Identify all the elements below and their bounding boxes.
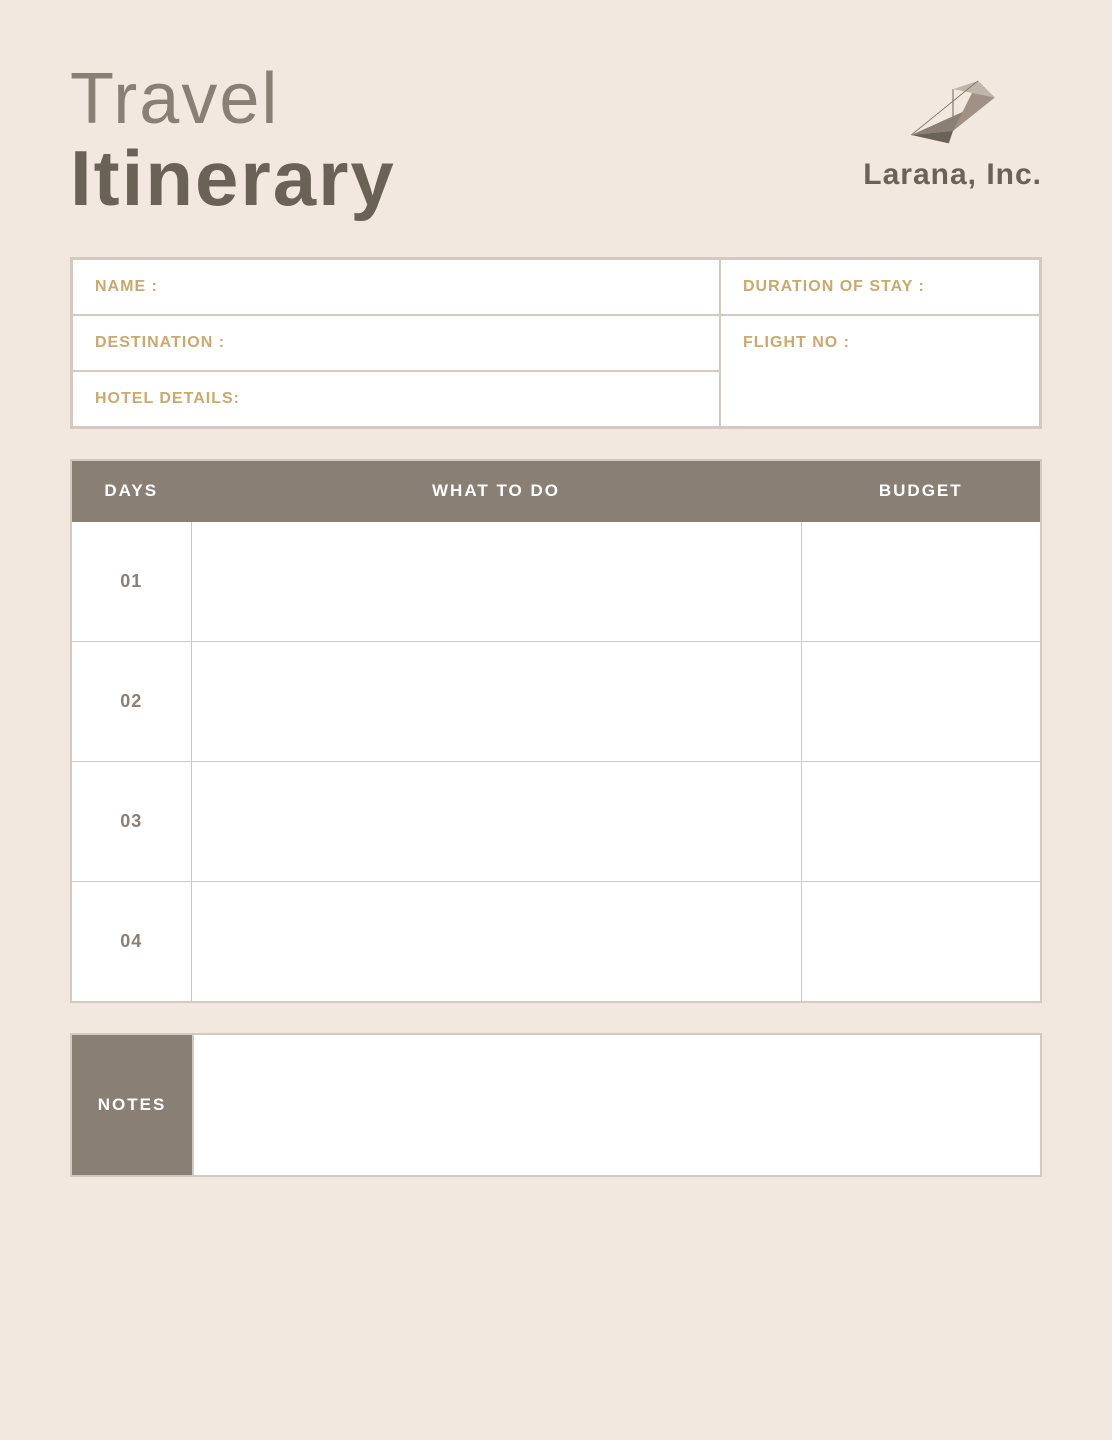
col-header-budget: BUDGET [801, 460, 1041, 522]
day-cell: 03 [71, 762, 191, 882]
day-number: 01 [120, 571, 142, 591]
title-travel: Travel [70, 60, 396, 139]
header: Travel Itinerary Larana, Inc. [70, 60, 1042, 217]
flight-label: FLIGHT NO : [743, 334, 850, 351]
destination-label: DESTINATION : [95, 334, 225, 351]
notes-label-cell: NOTES [72, 1035, 192, 1175]
paper-plane-icon [903, 70, 1003, 150]
hotel-label: HOTEL DETAILS: [95, 390, 240, 407]
day-number: 03 [120, 811, 142, 831]
notes-label: NOTES [98, 1095, 167, 1115]
hotel-cell: HOTEL DETAILS: [72, 371, 720, 427]
table-row: 01 [71, 522, 1041, 642]
notes-content [194, 1035, 1040, 1175]
table-row: 02 [71, 642, 1041, 762]
budget-cell [801, 522, 1041, 642]
title-block: Travel Itinerary [70, 60, 396, 217]
info-grid: NAME : DURATION OF STAY : DESTINATION : … [70, 257, 1042, 429]
page: Travel Itinerary Larana, Inc. NAME : DUR… [0, 0, 1112, 1440]
schedule-table: DAYS WHAT TO DO BUDGET 01 02 03 04 [70, 459, 1042, 1003]
title-itinerary: Itinerary [70, 139, 396, 217]
col-header-days: DAYS [71, 460, 191, 522]
col-header-what-to-do: WHAT TO DO [191, 460, 801, 522]
what-to-do-cell [191, 882, 801, 1002]
logo-name: Larana, Inc. [863, 158, 1042, 192]
name-label: NAME : [95, 278, 158, 295]
budget-cell [801, 642, 1041, 762]
table-row: 03 [71, 762, 1041, 882]
table-row: 04 [71, 882, 1041, 1002]
budget-cell [801, 762, 1041, 882]
flight-cell: FLIGHT NO : [720, 315, 1040, 427]
duration-cell: DURATION OF STAY : [720, 259, 1040, 315]
budget-cell [801, 882, 1041, 1002]
day-number: 04 [120, 931, 142, 951]
what-to-do-cell [191, 522, 801, 642]
what-to-do-cell [191, 762, 801, 882]
notes-section: NOTES [70, 1033, 1042, 1177]
day-cell: 01 [71, 522, 191, 642]
destination-cell: DESTINATION : [72, 315, 720, 371]
logo-block: Larana, Inc. [863, 60, 1042, 192]
duration-label: DURATION OF STAY : [743, 278, 925, 295]
name-cell: NAME : [72, 259, 720, 315]
day-cell: 02 [71, 642, 191, 762]
day-cell: 04 [71, 882, 191, 1002]
what-to-do-cell [191, 642, 801, 762]
day-number: 02 [120, 691, 142, 711]
